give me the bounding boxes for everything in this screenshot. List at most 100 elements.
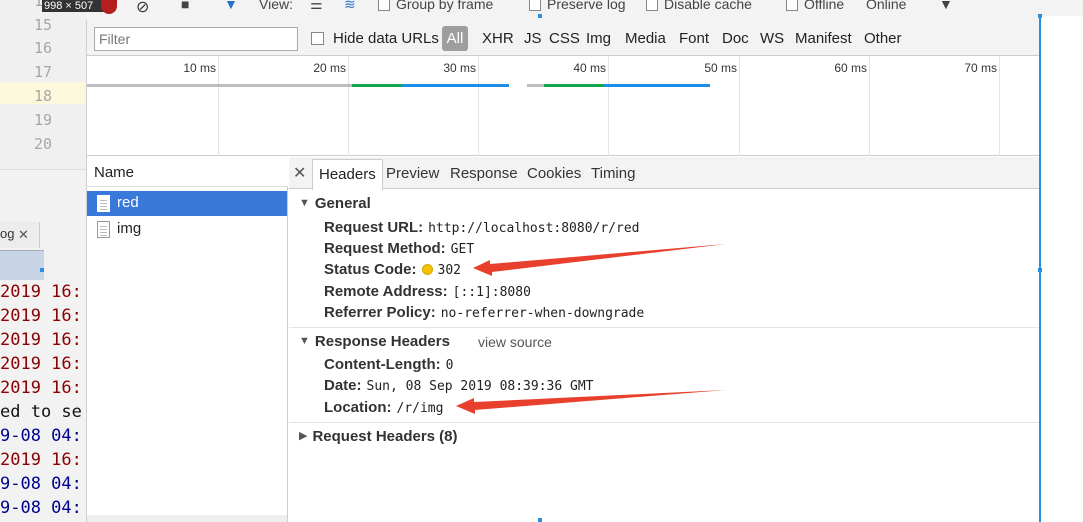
request-name: red <box>117 194 139 211</box>
console-line: 2019 16: <box>0 378 82 398</box>
console-line: 2019 16: <box>0 306 82 326</box>
camera-icon[interactable]: ■ <box>181 0 189 12</box>
timeline-tick-label: 40 ms <box>573 61 606 75</box>
filter-type-css[interactable]: CSS <box>549 30 580 47</box>
timeline-bar-waiting <box>544 84 604 87</box>
document-icon <box>97 195 110 212</box>
filter-type-other[interactable]: Other <box>864 30 902 47</box>
filter-type-img[interactable]: Img <box>586 30 611 47</box>
line-number-gutter: 14 15 16 17 18 19 20 <box>0 0 86 170</box>
filter-type-doc[interactable]: Doc <box>722 30 749 47</box>
request-detail-pane: ✕ Headers Preview Response Cookies Timin… <box>289 157 1083 522</box>
close-icon[interactable]: ✕ <box>293 163 306 183</box>
console-tab[interactable]: og ✕ <box>0 222 40 248</box>
request-row-red[interactable]: red <box>87 191 287 216</box>
resize-handle[interactable] <box>1038 268 1042 272</box>
status-code-row: Status Code: 302 <box>324 261 461 278</box>
tab-timing[interactable]: Timing <box>591 165 635 182</box>
date-row: Date: Sun, 08 Sep 2019 08:39:36 GMT <box>324 377 594 394</box>
timeline-gridline <box>608 56 609 156</box>
timeline-tick-label: 10 ms <box>183 61 216 75</box>
general-section-toggle[interactable]: ▼ General <box>299 195 371 212</box>
waterfall-view-icon[interactable]: ≋ <box>344 0 356 13</box>
network-panel: Hide data URLs All XHR JS CSS Img Media … <box>86 20 1083 522</box>
timeline-tick-label: 70 ms <box>964 61 997 75</box>
view-source-link[interactable]: view source <box>478 334 552 350</box>
offline-toggle[interactable]: Offline <box>786 0 844 12</box>
line-number: 17 <box>33 63 52 81</box>
list-view-icon[interactable]: ☰ <box>310 0 323 13</box>
timeline-tick-label: 30 ms <box>443 61 476 75</box>
chevron-down-icon[interactable]: ▼ <box>939 0 953 12</box>
triangle-down-icon: ▼ <box>299 197 310 209</box>
hide-data-urls-checkbox[interactable] <box>311 32 324 45</box>
hide-data-urls-label: Hide data URLs <box>333 30 439 47</box>
filter-type-all[interactable]: All <box>442 26 468 51</box>
content-length-row: Content-Length: 0 <box>324 356 454 373</box>
timeline-gridline <box>218 56 219 156</box>
timeline-gridline <box>348 56 349 156</box>
console-line: ed to se <box>0 402 82 422</box>
tab-preview[interactable]: Preview <box>386 165 439 182</box>
timeline-bar-download <box>402 84 509 87</box>
resize-handle[interactable] <box>1038 14 1042 18</box>
filter-type-manifest[interactable]: Manifest <box>795 30 852 47</box>
document-icon <box>97 221 110 238</box>
filter-input[interactable] <box>94 27 298 51</box>
timeline-gridline <box>999 56 1000 156</box>
section-divider <box>289 422 1083 423</box>
tab-response[interactable]: Response <box>450 165 518 182</box>
filter-type-ws[interactable]: WS <box>760 30 784 47</box>
triangle-right-icon: ▶ <box>299 430 308 442</box>
filter-type-media[interactable]: Media <box>625 30 666 47</box>
console-line: 2019 16: <box>0 450 82 470</box>
line-number: 20 <box>33 135 52 153</box>
timeline-overview[interactable]: 10 ms 20 ms 30 ms 40 ms 50 ms 60 ms 70 m… <box>87 56 1083 156</box>
name-column-header[interactable]: Name <box>87 157 288 187</box>
filter-bar: Hide data URLs All XHR JS CSS Img Media … <box>87 20 1083 56</box>
referrer-policy-row: Referrer Policy: no-referrer-when-downgra… <box>324 304 645 321</box>
view-label: View: <box>259 0 293 12</box>
resize-handle[interactable] <box>40 268 44 272</box>
request-row-img[interactable]: img <box>87 217 287 242</box>
filter-type-js[interactable]: JS <box>524 30 542 47</box>
timeline-bar-waiting <box>352 84 402 87</box>
request-headers-section-toggle[interactable]: ▶ Request Headers (8) <box>299 428 458 445</box>
tab-headers[interactable]: Headers <box>312 159 383 190</box>
clear-icon[interactable]: ⊘ <box>136 0 149 17</box>
horizontal-scrollbar[interactable] <box>87 515 287 522</box>
group-by-frame-toggle[interactable]: Group by frame <box>378 0 493 12</box>
line-number: 18 <box>33 87 52 105</box>
devtools-toolbar: ■ ▼ View: ☰ ≋ Group by frame Preserve lo… <box>86 0 1083 16</box>
console-tab-label: og <box>0 226 15 241</box>
console-line: 9-08 04: <box>0 498 82 518</box>
detail-tab-strip: ✕ Headers Preview Response Cookies Timin… <box>289 157 1083 190</box>
timeline-gridline <box>739 56 740 156</box>
section-divider <box>289 327 1083 328</box>
throttle-select[interactable]: Online <box>866 0 906 12</box>
line-number: 16 <box>33 39 52 57</box>
request-name: img <box>117 220 142 237</box>
timeline-bar-stalled <box>527 84 544 87</box>
dimension-badge: 998 × 507 <box>42 0 104 12</box>
preserve-log-toggle[interactable]: Preserve log <box>529 0 626 12</box>
console-line: 9-08 04: <box>0 426 82 446</box>
request-url-row: Request URL: http://localhost:8080/r/red <box>324 219 640 236</box>
filter-icon[interactable]: ▼ <box>224 0 238 12</box>
close-icon[interactable]: ✕ <box>18 227 29 243</box>
filter-type-font[interactable]: Font <box>679 30 709 47</box>
resize-handle[interactable] <box>538 14 542 18</box>
response-headers-section-toggle[interactable]: ▼ Response Headers <box>299 333 450 350</box>
location-row: Location:/r/img <box>324 399 444 416</box>
request-method-row: Request Method: GET <box>324 240 475 257</box>
console-line: 2019 16: <box>0 330 82 350</box>
remote-address-row: Remote Address: [::1]:8080 <box>324 283 531 300</box>
triangle-down-icon: ▼ <box>299 335 310 347</box>
request-list: Name red img <box>87 157 288 522</box>
console-header-bar <box>0 250 44 280</box>
resize-handle[interactable] <box>538 518 542 522</box>
filter-type-xhr[interactable]: XHR <box>482 30 514 47</box>
line-number: 19 <box>33 111 52 129</box>
disable-cache-toggle[interactable]: Disable cache <box>646 0 752 12</box>
tab-cookies[interactable]: Cookies <box>527 165 581 182</box>
